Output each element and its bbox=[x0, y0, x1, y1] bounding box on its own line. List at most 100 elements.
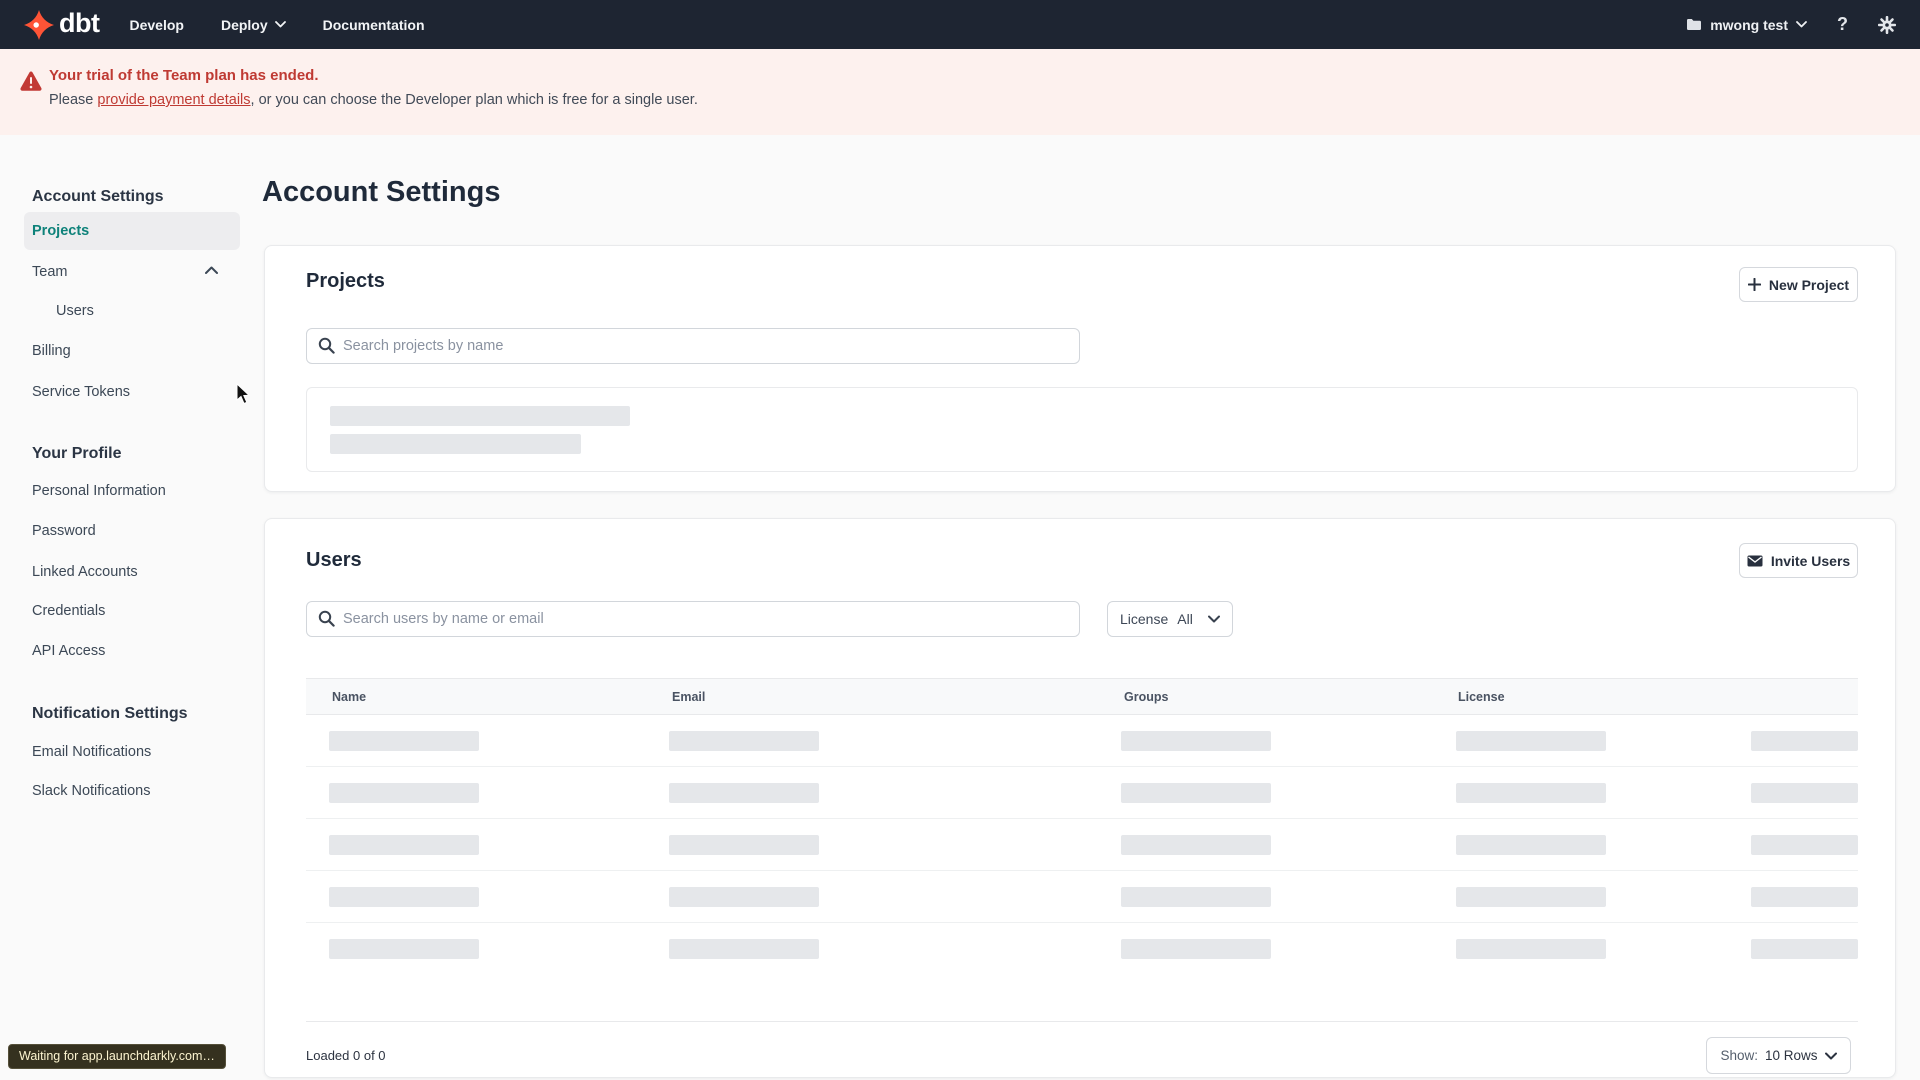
skeleton-bar bbox=[669, 939, 819, 959]
skeleton-bar bbox=[1121, 783, 1271, 803]
users-card: Users Invite Users License All Name Emai… bbox=[264, 518, 1896, 1078]
projects-search bbox=[306, 328, 1080, 364]
chevron-down-icon bbox=[1824, 1052, 1837, 1059]
chevron-down-icon bbox=[1796, 21, 1807, 28]
sidebar-item-projects[interactable]: Projects bbox=[24, 212, 240, 250]
question-mark-icon: ? bbox=[1837, 14, 1848, 34]
sidebar-item-service-tokens[interactable]: Service Tokens bbox=[24, 373, 240, 411]
dbt-logo[interactable]: dbt bbox=[24, 7, 100, 40]
chevron-down-icon bbox=[274, 21, 286, 28]
users-table-header: Name Email Groups License bbox=[306, 679, 1858, 715]
help-button[interactable]: ? bbox=[1837, 14, 1848, 35]
dbt-logo-icon bbox=[24, 9, 54, 40]
skeleton-bar bbox=[329, 835, 479, 855]
account-switcher[interactable]: mwong test bbox=[1686, 17, 1807, 33]
table-row-skeleton bbox=[306, 767, 1858, 819]
projects-card-title: Projects bbox=[306, 270, 385, 292]
logo-text: dbt bbox=[59, 7, 100, 38]
show-value: 10 Rows bbox=[1765, 1048, 1818, 1063]
nav-item-deploy[interactable]: Deploy bbox=[221, 17, 286, 33]
table-row-skeleton bbox=[306, 871, 1858, 923]
skeleton-bar bbox=[329, 887, 479, 907]
sidebar-item-personal-information[interactable]: Personal Information bbox=[24, 472, 240, 510]
column-header-groups: Groups bbox=[1124, 690, 1169, 704]
sidebar-item-slack-notifications[interactable]: Slack Notifications bbox=[24, 772, 240, 810]
skeleton-bar bbox=[1456, 783, 1606, 803]
skeleton-bar bbox=[1121, 835, 1271, 855]
users-table: Name Email Groups License bbox=[306, 678, 1858, 1022]
sidebar-heading-notification-settings: Notification Settings bbox=[32, 705, 188, 722]
top-nav: dbt Develop Deploy Documentation mwong t… bbox=[0, 0, 1920, 49]
sidebar-item-team[interactable]: Team bbox=[24, 253, 240, 291]
column-header-name: Name bbox=[332, 690, 367, 704]
rows-per-page-dropdown[interactable]: Show: 10 Rows bbox=[1706, 1037, 1851, 1074]
sidebar-heading-your-profile: Your Profile bbox=[32, 445, 122, 462]
sidebar-item-team-label: Team bbox=[32, 264, 68, 280]
column-header-email: Email bbox=[672, 690, 706, 704]
skeleton-bar bbox=[1456, 835, 1606, 855]
settings-button[interactable] bbox=[1878, 15, 1896, 34]
nav-item-deploy-label: Deploy bbox=[220, 16, 268, 33]
skeleton-bar bbox=[1456, 939, 1606, 959]
new-project-button[interactable]: New Project bbox=[1739, 267, 1858, 302]
sidebar-item-api-access[interactable]: API Access bbox=[24, 632, 240, 670]
provide-payment-details-link[interactable]: provide payment details bbox=[97, 92, 250, 108]
nav-item-develop[interactable]: Develop bbox=[129, 17, 183, 33]
skeleton-bar bbox=[669, 887, 819, 907]
skeleton-bar bbox=[1751, 835, 1858, 855]
table-row-skeleton bbox=[306, 923, 1858, 975]
skeleton-bar bbox=[1121, 887, 1271, 907]
projects-loading-card bbox=[306, 387, 1858, 472]
sidebar-item-linked-accounts[interactable]: Linked Accounts bbox=[24, 553, 240, 591]
loaded-count-text: Loaded 0 of 0 bbox=[306, 1048, 386, 1063]
skeleton-bar bbox=[669, 783, 819, 803]
nav-right: mwong test ? bbox=[1686, 14, 1896, 35]
account-name: mwong test bbox=[1710, 16, 1788, 33]
banner-body: Please provide payment details, or you c… bbox=[49, 92, 698, 108]
sidebar-heading-account-settings: Account Settings bbox=[32, 188, 164, 205]
skeleton-bar bbox=[330, 406, 630, 426]
sidebar-item-billing[interactable]: Billing bbox=[24, 332, 240, 370]
skeleton-bar bbox=[329, 731, 479, 751]
skeleton-bar bbox=[1121, 939, 1271, 959]
search-icon bbox=[318, 610, 335, 627]
invite-users-button[interactable]: Invite Users bbox=[1739, 543, 1858, 578]
sidebar-item-users[interactable]: Users bbox=[24, 292, 240, 330]
skeleton-bar bbox=[1751, 887, 1858, 907]
license-filter-dropdown[interactable]: License All bbox=[1107, 601, 1233, 637]
show-label: Show: bbox=[1720, 1048, 1758, 1063]
nav-links: Develop Deploy Documentation bbox=[129, 17, 424, 33]
skeleton-bar bbox=[329, 783, 479, 803]
banner-body-suffix: , or you can choose the Developer plan w… bbox=[250, 92, 698, 108]
projects-card: Projects New Project bbox=[264, 245, 1896, 492]
skeleton-bar bbox=[1456, 731, 1606, 751]
sidebar-item-credentials[interactable]: Credentials bbox=[24, 592, 240, 630]
users-search bbox=[306, 601, 1080, 637]
gear-icon bbox=[1878, 15, 1896, 34]
page-title: Account Settings bbox=[262, 176, 501, 208]
skeleton-bar bbox=[330, 434, 581, 454]
trial-ended-banner: Your trial of the Team plan has ended. P… bbox=[0, 49, 1920, 135]
skeleton-bar bbox=[1456, 887, 1606, 907]
invite-users-button-label: Invite Users bbox=[1770, 552, 1851, 569]
skeleton-bar bbox=[1121, 731, 1271, 751]
browser-status-tooltip: Waiting for app.launchdarkly.com… bbox=[8, 1044, 226, 1069]
license-filter-label: License bbox=[1120, 611, 1169, 627]
skeleton-bar bbox=[1751, 731, 1858, 751]
warning-icon bbox=[20, 71, 42, 91]
sidebar-item-password[interactable]: Password bbox=[24, 512, 240, 550]
banner-body-prefix: Please bbox=[49, 92, 98, 108]
sidebar-item-email-notifications[interactable]: Email Notifications bbox=[24, 733, 240, 771]
projects-search-input[interactable] bbox=[306, 328, 1080, 364]
nav-item-documentation[interactable]: Documentation bbox=[323, 17, 425, 33]
skeleton-bar bbox=[669, 731, 819, 751]
users-search-input[interactable] bbox=[306, 601, 1080, 637]
table-row-skeleton bbox=[306, 715, 1858, 767]
plus-icon bbox=[1747, 278, 1761, 291]
skeleton-bar bbox=[1751, 939, 1858, 959]
skeleton-bar bbox=[329, 939, 479, 959]
chevron-down-icon bbox=[1208, 615, 1220, 623]
banner-title: Your trial of the Team plan has ended. bbox=[49, 67, 319, 84]
column-header-license: License bbox=[1458, 690, 1505, 704]
skeleton-bar bbox=[669, 835, 819, 855]
